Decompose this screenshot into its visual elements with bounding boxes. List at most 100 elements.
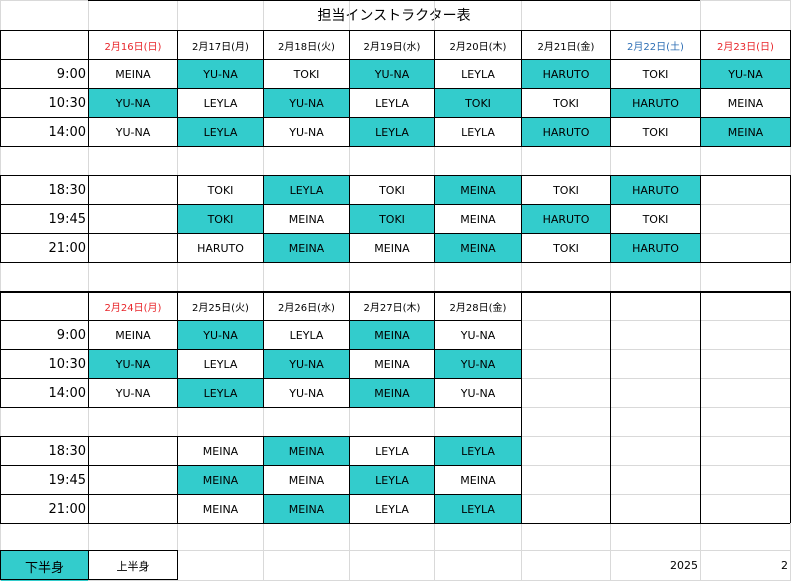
schedule-cell[interactable]: MEINA [178, 437, 263, 465]
grid-line [0, 117, 791, 118]
schedule-cell[interactable]: MEINA [89, 60, 177, 88]
date-header: 2月26日(水) [278, 302, 335, 314]
schedule-cell[interactable]: YU-NA [435, 379, 521, 407]
schedule-cell[interactable]: YU-NA [264, 89, 349, 117]
grid-line [177, 436, 178, 523]
schedule-cell[interactable]: LEYLA [435, 437, 521, 465]
schedule-cell[interactable]: TOKI [350, 205, 434, 233]
grid-line [0, 494, 521, 495]
date-header: 2月18日(火) [278, 41, 335, 53]
schedule-cell[interactable]: TOKI [264, 60, 349, 88]
year-value: 2025 [670, 559, 698, 572]
schedule-cell[interactable]: MEINA [435, 176, 521, 204]
schedule-cell[interactable]: LEYLA [350, 466, 434, 494]
schedule-cell[interactable]: YU-NA [264, 350, 349, 378]
schedule-cell[interactable]: LEYLA [435, 495, 521, 523]
schedule-cell[interactable]: MEINA [264, 466, 349, 494]
schedule-cell[interactable]: MEINA [89, 321, 177, 349]
schedule-cell[interactable]: TOKI [611, 205, 700, 233]
upper-body-button[interactable]: 上半身 [89, 551, 177, 581]
schedule-cell[interactable]: LEYLA [350, 437, 434, 465]
grid-line [349, 291, 350, 407]
schedule-cell[interactable]: MEINA [435, 466, 521, 494]
grid-line [88, 175, 89, 262]
schedule-cell[interactable]: HARUTO [522, 205, 610, 233]
schedule-cell[interactable]: TOKI [522, 234, 610, 262]
date-header: 2月22日(土) [627, 41, 684, 53]
grid-line [0, 550, 1, 580]
schedule-cell[interactable]: MEINA [701, 118, 790, 146]
schedule-cell[interactable]: YU-NA [435, 321, 521, 349]
schedule-cell[interactable]: HARUTO [611, 234, 700, 262]
schedule-cell[interactable]: YU-NA [264, 118, 349, 146]
schedule-cell[interactable]: YU-NA [89, 350, 177, 378]
schedule-cell[interactable]: LEYLA [264, 176, 349, 204]
time-label: 10:30 [48, 356, 86, 372]
schedule-cell[interactable]: MEINA [178, 495, 263, 523]
grid-line [177, 30, 178, 146]
schedule-cell[interactable]: LEYLA [350, 118, 434, 146]
schedule-cell[interactable]: TOKI [350, 176, 434, 204]
schedule-cell[interactable]: YU-NA [264, 379, 349, 407]
schedule-cell[interactable]: LEYLA [178, 118, 263, 146]
grid-line [521, 30, 522, 146]
schedule-cell[interactable]: MEINA [435, 205, 521, 233]
schedule-cell[interactable]: MEINA [701, 89, 790, 117]
schedule-cell[interactable]: TOKI [178, 205, 263, 233]
schedule-cell[interactable]: YU-NA [178, 321, 263, 349]
schedule-cell[interactable]: LEYLA [178, 379, 263, 407]
schedule-cell[interactable]: TOKI [611, 60, 700, 88]
schedule-cell[interactable]: MEINA [350, 350, 434, 378]
schedule-cell[interactable]: YU-NA [435, 350, 521, 378]
schedule-cell[interactable]: MEINA [264, 205, 349, 233]
schedule-cell[interactable]: TOKI [611, 118, 700, 146]
schedule-cell[interactable]: HARUTO [611, 89, 700, 117]
grid-line [263, 175, 264, 262]
grid-line [0, 30, 1, 146]
grid-line [88, 436, 89, 523]
schedule-cell[interactable]: YU-NA [89, 379, 177, 407]
grid-line [0, 465, 521, 466]
schedule-cell[interactable]: LEYLA [435, 118, 521, 146]
schedule-cell[interactable]: MEINA [435, 234, 521, 262]
grid-line [263, 436, 264, 523]
schedule-cell[interactable]: LEYLA [178, 89, 263, 117]
schedule-cell[interactable]: LEYLA [350, 495, 434, 523]
schedule-cell[interactable]: MEINA [350, 379, 434, 407]
schedule-cell[interactable]: TOKI [435, 89, 521, 117]
date-header: 2月21日(金) [537, 41, 595, 53]
schedule-cell[interactable]: YU-NA [89, 118, 177, 146]
schedule-cell[interactable]: TOKI [522, 176, 610, 204]
schedule-cell[interactable]: TOKI [178, 176, 263, 204]
schedule-cell[interactable]: MEINA [264, 234, 349, 262]
schedule-cell[interactable]: HARUTO [522, 60, 610, 88]
schedule-cell[interactable]: YU-NA [701, 60, 790, 88]
schedule-cell[interactable]: HARUTO [522, 118, 610, 146]
time-label: 10:30 [48, 95, 86, 111]
schedule-cell[interactable]: MEINA [264, 495, 349, 523]
schedule-cell[interactable]: MEINA [350, 321, 434, 349]
grid-line [434, 291, 435, 407]
grid-line [700, 30, 701, 146]
schedule-cell[interactable]: LEYLA [350, 89, 434, 117]
schedule-cell[interactable]: LEYLA [264, 321, 349, 349]
grid-line [521, 523, 790, 524]
schedule-cell[interactable]: MEINA [264, 437, 349, 465]
grid-line [434, 436, 435, 523]
grid-line [0, 233, 700, 234]
schedule-cell[interactable]: YU-NA [178, 60, 263, 88]
lower-body-button[interactable]: 下半身 [1, 551, 88, 581]
schedule-cell[interactable]: HARUTO [611, 176, 700, 204]
schedule-cell[interactable]: TOKI [522, 89, 610, 117]
schedule-cell[interactable]: YU-NA [89, 89, 177, 117]
schedule-cell[interactable]: HARUTO [178, 234, 263, 262]
schedule-cell[interactable]: LEYLA [178, 350, 263, 378]
date-header: 2月19日(水) [363, 41, 421, 53]
schedule-cell[interactable]: MEINA [350, 234, 434, 262]
time-label: 21:00 [48, 501, 86, 517]
schedule-cell[interactable]: YU-NA [350, 60, 434, 88]
schedule-cell[interactable]: MEINA [178, 466, 263, 494]
date-header: 2月27日(木) [363, 302, 421, 314]
grid-line [0, 204, 700, 205]
schedule-cell[interactable]: LEYLA [435, 60, 521, 88]
